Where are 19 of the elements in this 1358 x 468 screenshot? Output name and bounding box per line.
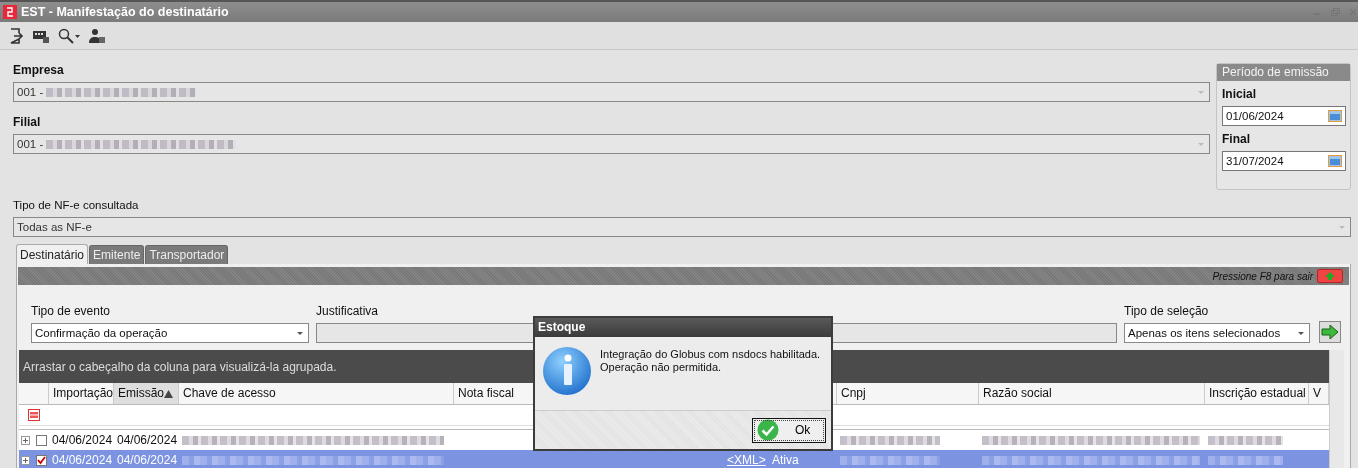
table-cell-text: 04/06/2024 <box>51 433 114 447</box>
field-label: Filial <box>13 114 42 130</box>
field-label: Justificativa <box>316 304 380 318</box>
table-cell-text: 04/06/2024 <box>116 433 179 447</box>
table-cell-text: 04/06/2024 <box>116 453 179 467</box>
field-label: Inicial <box>1222 86 1257 102</box>
field-label: Final <box>1222 131 1251 147</box>
window-title: EST - Manifestação do destinatário <box>21 5 230 19</box>
panel-title: Período de emissão <box>1217 64 1350 81</box>
exit-hint: Pressione F8 para sair <box>1212 270 1313 282</box>
group-hint: Arrastar o cabeçalho da coluna para visualizá-la agrupada. <box>23 359 337 374</box>
dialog-message: Integração do Globus com nsdocs habilitada. Operação não permitida. <box>600 348 821 375</box>
table-cell: Ativa <box>772 453 799 467</box>
dialog-title: Estoque <box>535 318 831 337</box>
field-label: Empresa <box>13 62 65 78</box>
table-cell-text: 04/06/2024 <box>51 453 114 467</box>
field-label: Tipo de seleção <box>1124 304 1210 318</box>
field-label: Tipo de evento <box>31 304 111 318</box>
field-label: Tipo de NF-e consultada <box>13 198 140 212</box>
